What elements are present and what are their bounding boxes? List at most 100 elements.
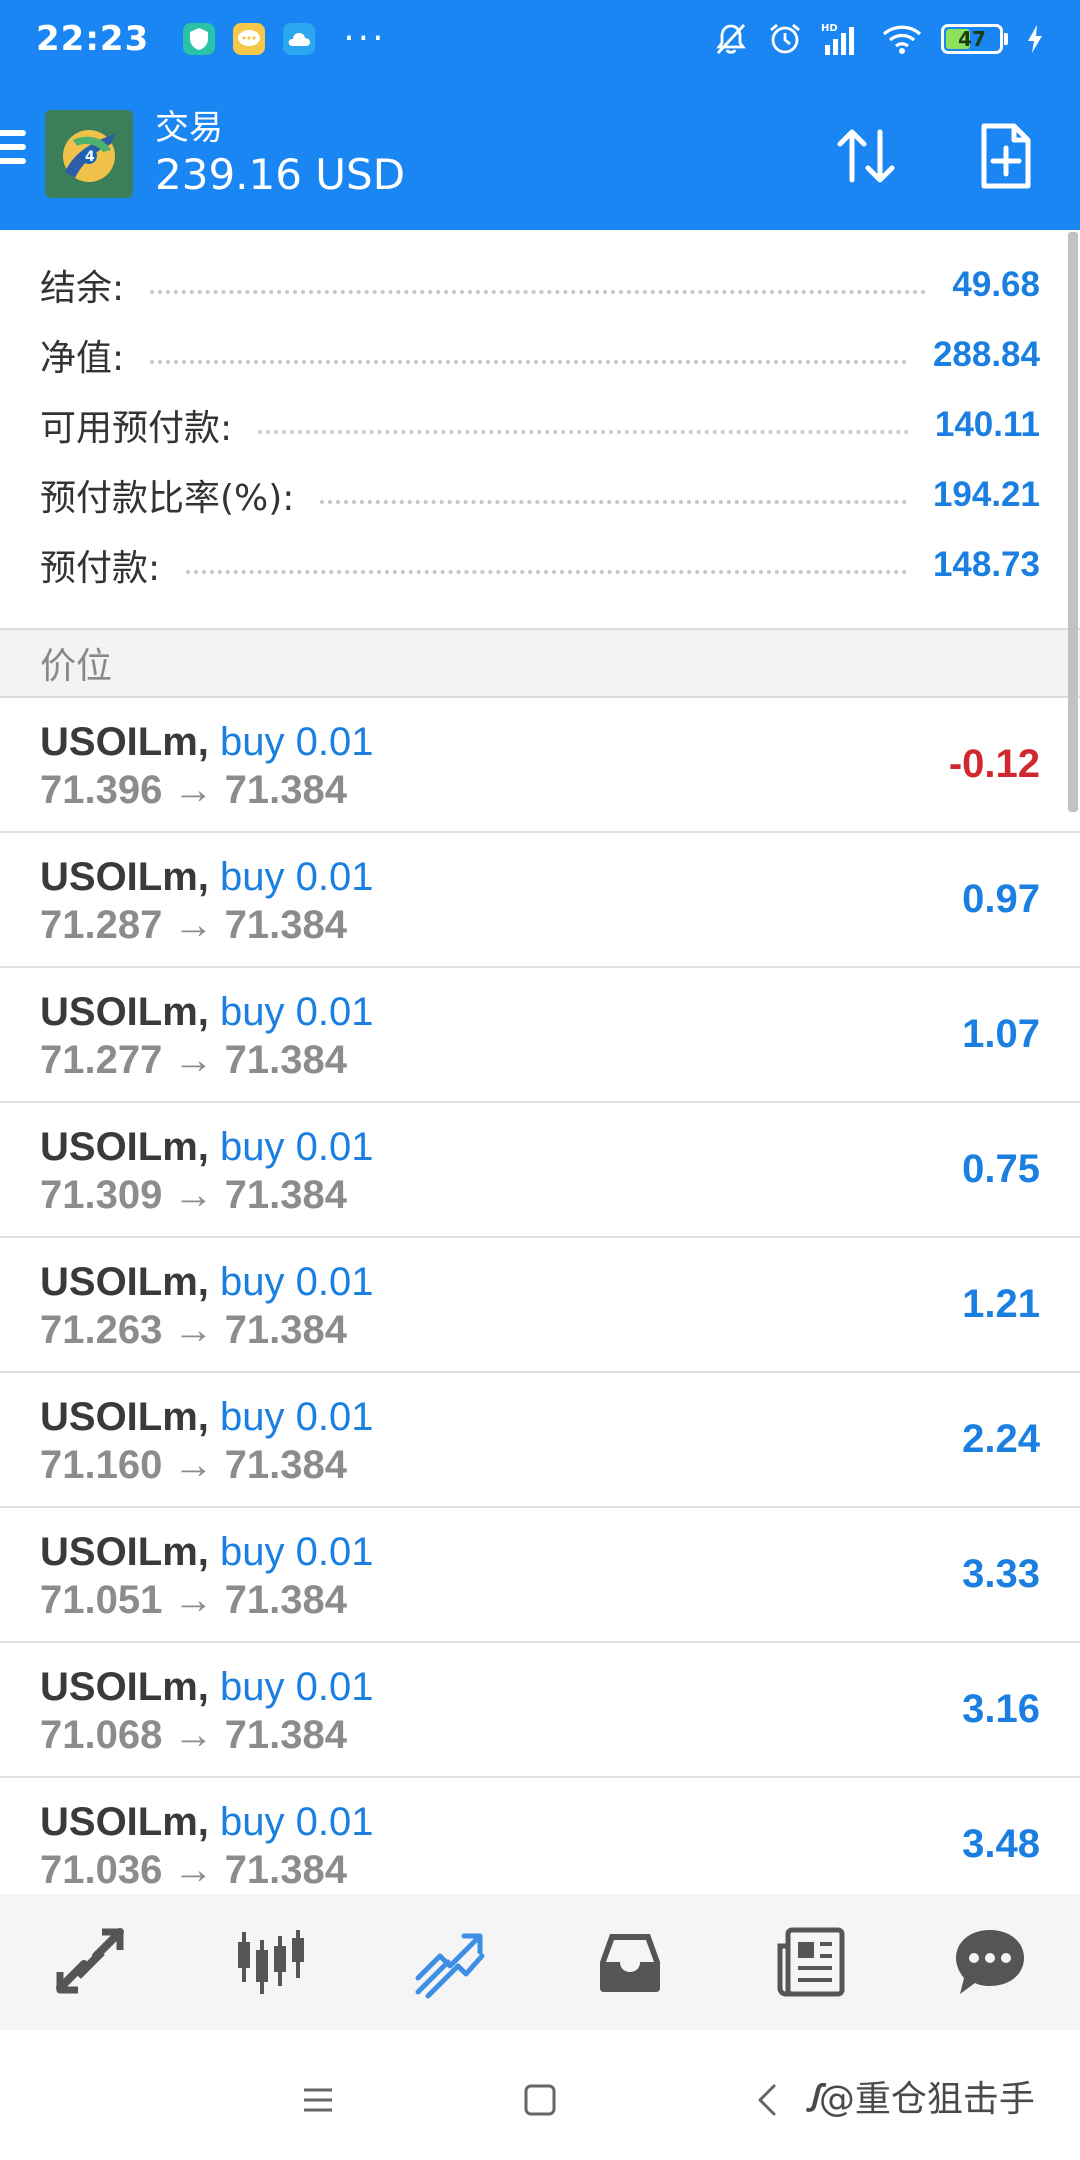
position-symbol: USOILm,: [40, 1800, 209, 1844]
current-price: 71.384: [224, 768, 347, 812]
current-price: 71.384: [224, 1173, 347, 1217]
position-profit: -0.12: [948, 742, 1040, 786]
cloud-app-icon: [283, 23, 316, 55]
balance-value: 49.68: [952, 265, 1040, 304]
new-order-button[interactable]: [966, 116, 1046, 196]
news-icon: [777, 1927, 845, 1997]
position-side: buy 0.01: [220, 1395, 374, 1439]
summary-row-equity: 净值: 288.84: [40, 320, 1040, 390]
watermark: ꭍ@重仓狙击手: [806, 2070, 1035, 2122]
current-price: 71.384: [224, 1308, 347, 1352]
open-price: 71.309: [40, 1173, 163, 1217]
balance-label: 结余:: [40, 268, 125, 309]
position-profit: 1.21: [962, 1282, 1040, 1326]
messages-icon: [956, 1930, 1024, 1994]
position-symbol: USOILm,: [40, 1260, 209, 1304]
position-row[interactable]: USOILm, buy 0.01 71.051 → 71.384 3.33: [0, 1508, 1080, 1643]
current-price: 71.384: [224, 1713, 347, 1757]
recent-apps-button[interactable]: [288, 2070, 348, 2130]
open-price: 71.396: [40, 768, 163, 812]
open-price: 71.036: [40, 1848, 163, 1892]
recent-apps-icon: [304, 2088, 332, 2112]
position-row[interactable]: USOILm, buy 0.01 71.160 → 71.384 2.24: [0, 1373, 1080, 1508]
metatrader-logo: 4: [45, 110, 133, 198]
nav-chart[interactable]: [215, 1907, 325, 2017]
signal-icon: HD: [821, 21, 863, 57]
current-price: 71.384: [224, 1578, 347, 1622]
equity-value: 288.84: [932, 335, 1040, 374]
position-symbol: USOILm,: [40, 1665, 209, 1709]
arrow-icon: →: [173, 768, 214, 812]
nav-history[interactable]: [575, 1907, 685, 2017]
home-button[interactable]: [510, 2070, 570, 2130]
watermark-logo-icon: ꭍ: [806, 2079, 819, 2120]
position-row[interactable]: USOILm, buy 0.01 71.309 → 71.384 0.75: [0, 1103, 1080, 1238]
shield-app-icon: [183, 23, 216, 55]
current-price: 71.384: [224, 903, 347, 947]
status-time: 22:23: [36, 19, 150, 59]
position-side: buy 0.01: [220, 855, 374, 899]
position-row[interactable]: USOILm, buy 0.01 71.396 → 71.384 -0.12: [0, 698, 1080, 833]
home-icon: [524, 2084, 556, 2116]
position-side: buy 0.01: [220, 1800, 374, 1844]
position-side: buy 0.01: [220, 720, 374, 764]
app-bar: 4 交易 239.16 USD: [0, 78, 1080, 230]
current-price: 71.384: [224, 1038, 347, 1082]
back-icon: [758, 2084, 776, 2116]
position-side: buy 0.01: [220, 1260, 374, 1304]
position-symbol: USOILm,: [40, 1395, 209, 1439]
watermark-text: @重仓狙击手: [818, 2079, 1035, 2120]
current-price: 71.384: [224, 1848, 347, 1892]
position-symbol: USOILm,: [40, 1530, 209, 1574]
back-button[interactable]: [738, 2070, 798, 2130]
menu-icon[interactable]: [0, 130, 28, 174]
arrow-icon: →: [173, 1308, 214, 1352]
position-symbol: USOILm,: [40, 720, 209, 764]
current-price: 71.384: [224, 1443, 347, 1487]
open-price: 71.263: [40, 1308, 163, 1352]
history-icon: [600, 1934, 660, 1992]
positions-header-label: 价位: [40, 646, 113, 687]
position-profit: 3.48: [962, 1822, 1040, 1866]
summary-row-margin: 预付款: 148.73: [40, 530, 1040, 600]
nav-quotes[interactable]: [35, 1907, 145, 2017]
status-bar: 22:23 ··· HD 47: [0, 0, 1080, 78]
positions-section-header: 价位: [0, 628, 1080, 698]
quotes-icon: [56, 1928, 124, 1994]
nav-news[interactable]: [755, 1907, 865, 2017]
alarm-icon: [767, 21, 803, 57]
battery-icon: 47: [941, 24, 1008, 54]
arrow-icon: →: [173, 1173, 214, 1217]
account-balance-header: 239.16 USD: [155, 150, 406, 199]
equity-label: 净值:: [40, 338, 125, 379]
arrow-icon: →: [173, 1578, 214, 1622]
status-app-icons: ···: [183, 21, 386, 57]
position-row[interactable]: USOILm, buy 0.01 71.287 → 71.384 0.97: [0, 833, 1080, 968]
arrow-icon: →: [173, 1038, 214, 1082]
battery-level: 47: [958, 27, 986, 51]
nav-messages[interactable]: [935, 1907, 1045, 2017]
open-price: 71.287: [40, 903, 163, 947]
arrow-icon: →: [173, 1713, 214, 1757]
position-row[interactable]: USOILm, buy 0.01 71.036 → 71.384 3.48: [0, 1778, 1080, 1894]
arrow-icon: →: [173, 1443, 214, 1487]
position-profit: 2.24: [962, 1417, 1040, 1461]
summary-row-balance: 结余: 49.68: [40, 250, 1040, 320]
position-profit: 3.33: [962, 1552, 1040, 1596]
nav-trade[interactable]: [395, 1907, 505, 2017]
arrow-icon: →: [173, 903, 214, 947]
arrow-icon: →: [173, 1848, 214, 1892]
position-symbol: USOILm,: [40, 855, 209, 899]
sort-button[interactable]: [826, 116, 906, 196]
mute-bell-icon: [713, 21, 749, 57]
margin-level-value: 194.21: [932, 475, 1040, 514]
position-row[interactable]: USOILm, buy 0.01 71.277 → 71.384 1.07: [0, 968, 1080, 1103]
chart-icon: [238, 1930, 304, 1994]
summary-row-free-margin: 可用预付款: 140.11: [40, 390, 1040, 460]
position-row[interactable]: USOILm, buy 0.01 71.263 → 71.384 1.21: [0, 1238, 1080, 1373]
page-title: 交易: [155, 108, 223, 148]
bottom-navigation: [0, 1894, 1080, 2030]
wifi-icon: [881, 22, 923, 56]
position-row[interactable]: USOILm, buy 0.01 71.068 → 71.384 3.16: [0, 1643, 1080, 1778]
position-symbol: USOILm,: [40, 990, 209, 1034]
